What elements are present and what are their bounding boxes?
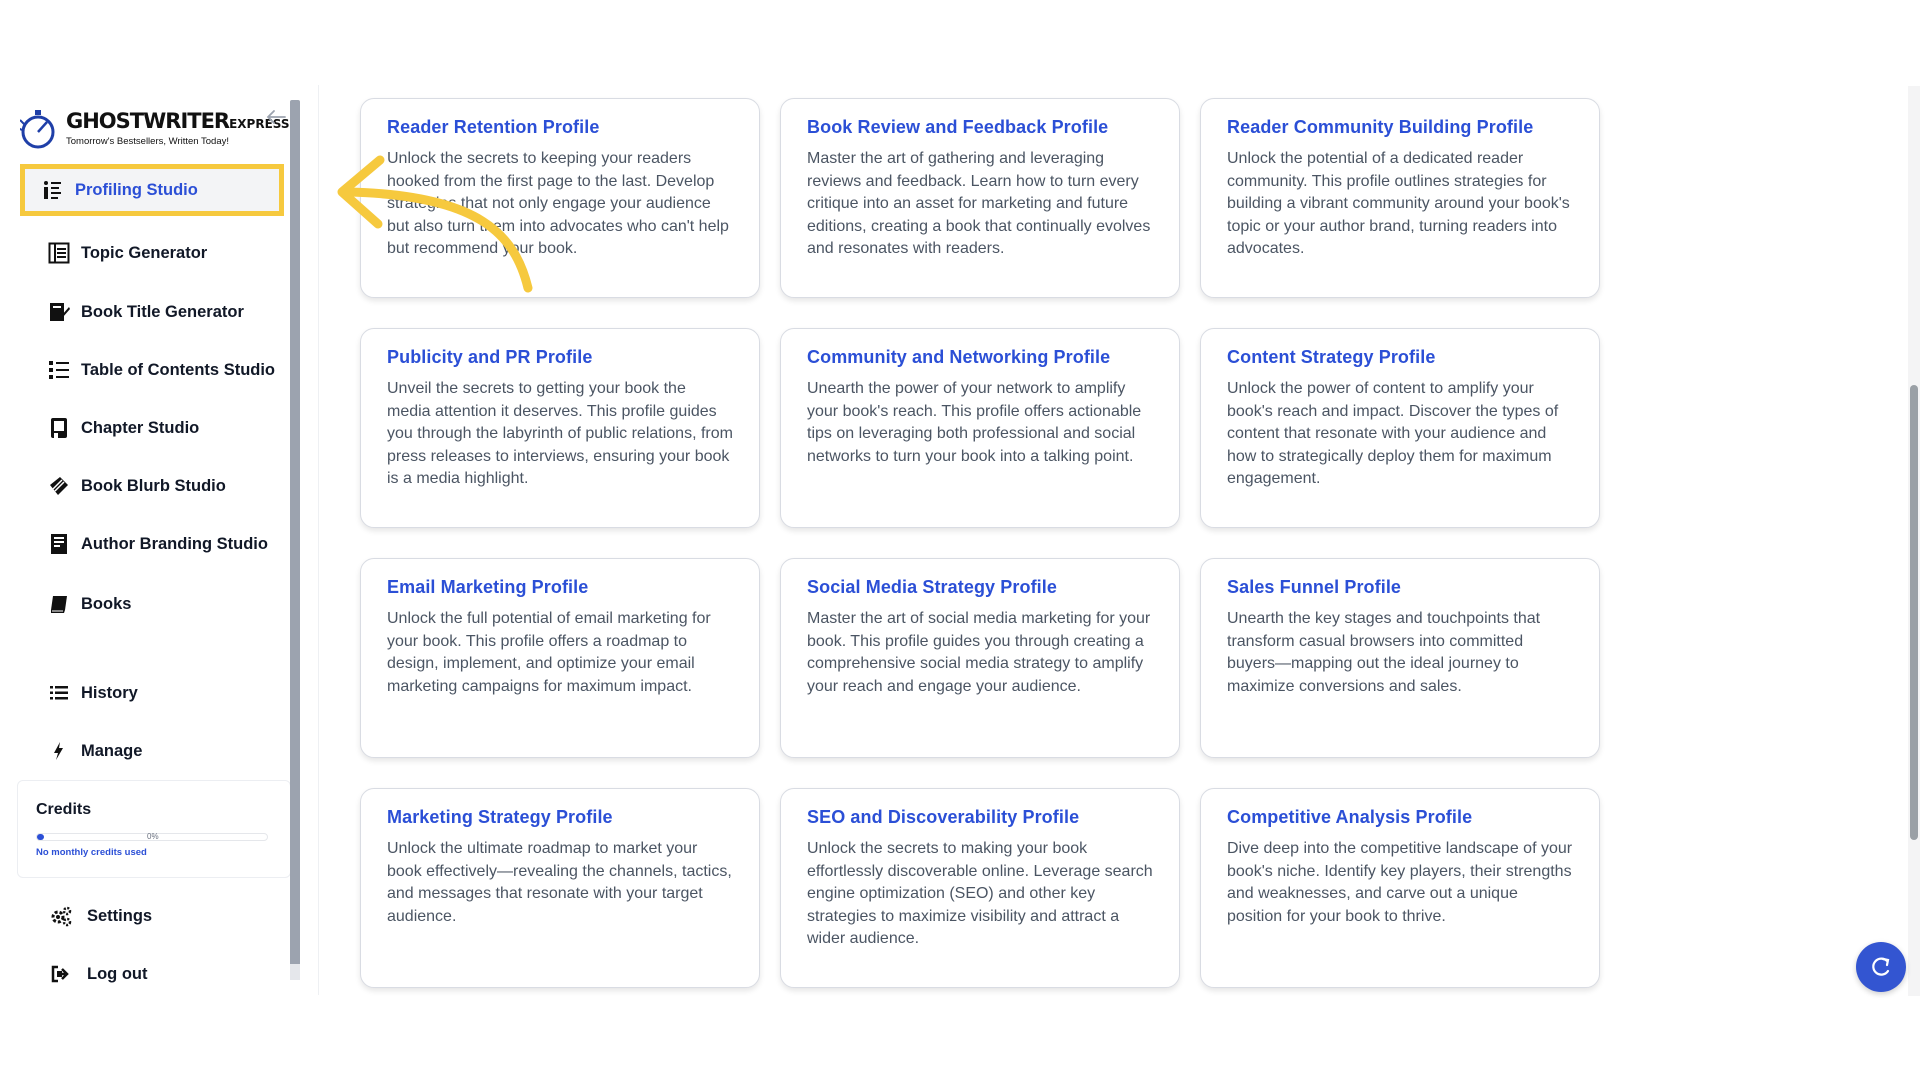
profile-card[interactable]: Book Review and Feedback Profile Master … (780, 98, 1180, 298)
app-root: GHOSTWRITEREXPRESS Tomorrow's Bestseller… (0, 0, 1920, 1080)
card-description: Unlock the potential of a dedicated read… (1227, 150, 1570, 257)
arrow-left-icon (266, 110, 286, 124)
profile-card[interactable]: Reader Community Building Profile Unlock… (1200, 98, 1600, 298)
card-title: Email Marketing Profile (387, 577, 589, 597)
card-description: Unlock the ultimate roadmap to market yo… (387, 840, 732, 925)
sidebar-item-history[interactable]: History (29, 674, 279, 712)
profile-card[interactable]: Community and Networking Profile Unearth… (780, 328, 1180, 528)
brand-name: GHOSTWRITEREXPRESS (66, 108, 290, 133)
card-description: Dive deep into the competitive landscape… (1227, 840, 1573, 925)
branding-icon (47, 532, 71, 556)
sidebar-item-label: Chapter Studio (81, 418, 200, 437)
sidebar-item-label: Manage (81, 741, 143, 760)
title-icon (47, 300, 71, 324)
sidebar-item-profiling-studio[interactable]: Profiling Studio (20, 164, 284, 216)
credits-title: Credits (36, 801, 92, 818)
credits-progress-bar: 0% (36, 832, 268, 841)
sidebar-item-book-blurb-studio[interactable]: Book Blurb Studio (29, 467, 279, 505)
sidebar-scrollbar[interactable] (290, 100, 300, 980)
sidebar-item-table-of-contents-studio[interactable]: Table of Contents Studio (29, 351, 279, 389)
sidebar-item-topic-generator[interactable]: Topic Generator (29, 234, 279, 272)
profile-card[interactable]: Social Media Strategy Profile Master the… (780, 558, 1180, 758)
card-description: Master the art of social media marketing… (807, 610, 1151, 695)
book-icon (47, 592, 71, 616)
sidebar-item-books[interactable]: Books (29, 585, 279, 623)
card-description: Unveil the secrets to getting your book … (387, 380, 733, 487)
card-title: Community and Networking Profile (807, 347, 1111, 367)
sidebar-item-manage[interactable]: Manage (29, 732, 279, 770)
card-title: Book Review and Feedback Profile (807, 117, 1109, 137)
sidebar-item-author-branding-studio[interactable]: Author Branding Studio (29, 525, 279, 563)
profile-card[interactable]: Content Strategy Profile Unlock the powe… (1200, 328, 1600, 528)
card-description: Unlock the full potential of email marke… (387, 610, 711, 695)
profiling-icon (41, 178, 65, 202)
list-icon (47, 681, 71, 705)
profile-card[interactable]: SEO and Discoverability Profile Unlock t… (780, 788, 1180, 988)
sidebar-item-log-out[interactable]: Log out (29, 955, 279, 993)
sidebar-item-label: Book Title Generator (81, 302, 244, 321)
refresh-button[interactable] (1856, 942, 1906, 992)
card-title: Reader Retention Profile (387, 117, 600, 137)
credits-percent: 0% (147, 832, 159, 841)
card-title: Publicity and PR Profile (387, 347, 593, 367)
collapse-sidebar-button[interactable] (263, 104, 289, 130)
sidebar-item-label: Profiling Studio (75, 180, 198, 199)
stopwatch-logo-icon (17, 106, 60, 150)
sidebar-item-label: Settings (87, 906, 153, 925)
profile-card[interactable]: Publicity and PR Profile Unveil the secr… (360, 328, 760, 528)
card-description: Unlock the secrets to keeping your reade… (387, 150, 729, 257)
page-scrollbar-thumb[interactable] (1910, 385, 1918, 840)
brand-logo[interactable]: GHOSTWRITEREXPRESS Tomorrow's Bestseller… (17, 102, 290, 154)
logout-icon (49, 962, 73, 986)
gears-icon (49, 904, 73, 928)
card-title: Marketing Strategy Profile (387, 807, 613, 827)
profile-card[interactable]: Reader Retention Profile Unlock the secr… (360, 98, 760, 298)
profile-card[interactable]: Sales Funnel Profile Unearth the key sta… (1200, 558, 1600, 758)
credits-note: No monthly credits used (36, 847, 147, 858)
card-description: Unlock the power of content to amplify y… (1227, 380, 1559, 487)
card-description: Master the art of gathering and leveragi… (807, 150, 1151, 257)
profile-card[interactable]: Competitive Analysis Profile Dive deep i… (1200, 788, 1600, 988)
sidebar-item-label: Table of Contents Studio (81, 360, 276, 379)
sidebar-item-book-title-generator[interactable]: Book Title Generator (29, 293, 279, 331)
blurb-icon (47, 474, 71, 498)
card-title: SEO and Discoverability Profile (807, 807, 1080, 827)
brand-tagline: Tomorrow's Bestsellers, Written Today! (66, 135, 230, 147)
sidebar-scrollbar-end (290, 964, 300, 980)
bolt-icon (47, 739, 71, 763)
card-description: Unearth the power of your network to amp… (807, 380, 1142, 465)
profile-card[interactable]: Marketing Strategy Profile Unlock the ul… (360, 788, 760, 988)
sidebar-item-chapter-studio[interactable]: Chapter Studio (29, 409, 279, 447)
card-title: Social Media Strategy Profile (807, 577, 1057, 597)
credits-progress-fill (37, 834, 44, 840)
sidebar-item-label: Book Blurb Studio (81, 476, 226, 495)
card-title: Competitive Analysis Profile (1227, 807, 1473, 827)
card-title: Sales Funnel Profile (1227, 577, 1402, 597)
card-description: Unlock the secrets to making your book e… (807, 840, 1153, 947)
topic-icon (47, 241, 71, 265)
card-description: Unearth the key stages and touchpoints t… (1227, 610, 1541, 695)
credits-panel: Credits 0% No monthly credits used (17, 780, 291, 878)
profile-card[interactable]: Email Marketing Profile Unlock the full … (360, 558, 760, 758)
sidebar: GHOSTWRITEREXPRESS Tomorrow's Bestseller… (15, 98, 291, 988)
card-title: Reader Community Building Profile (1227, 117, 1534, 137)
chapter-icon (47, 416, 71, 440)
sidebar-item-label: Author Branding Studio (81, 534, 268, 553)
divider (318, 85, 319, 995)
refresh-icon (1872, 957, 1890, 976)
sidebar-item-label: Log out (87, 964, 148, 983)
sidebar-item-settings[interactable]: Settings (29, 897, 279, 935)
sidebar-item-label: History (81, 683, 138, 702)
card-title: Content Strategy Profile (1227, 347, 1436, 367)
toc-icon (47, 358, 71, 382)
sidebar-item-label: Topic Generator (81, 243, 208, 262)
sidebar-item-label: Books (81, 594, 132, 613)
